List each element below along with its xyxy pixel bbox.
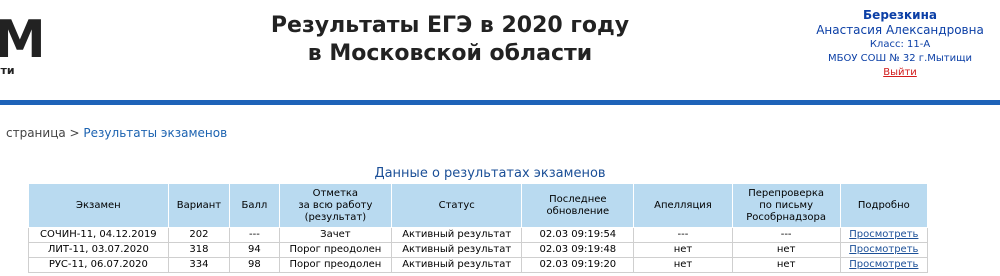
cell-mark: Порог преодолен <box>278 242 393 258</box>
header-divider <box>0 100 1000 105</box>
breadcrumb-prefix[interactable]: страница > <box>6 126 80 140</box>
cell-updated: 02.03 09:19:48 <box>521 242 635 258</box>
cell-score: --- <box>229 227 280 243</box>
cell-variant: 202 <box>167 227 231 243</box>
col-header-status: Статус <box>391 183 523 228</box>
page-title: Результаты ЕГЭ в 2020 году в Московской … <box>180 12 720 68</box>
cell-status: Активный результат <box>391 227 523 243</box>
cell-exam: СОЧИН-11, 04.12.2019 <box>28 227 169 243</box>
table-row: ЛИТ-11, 03.07.2020 318 94 Порог преодоле… <box>28 242 929 258</box>
cell-score: 94 <box>229 242 280 258</box>
cell-exam: РУС-11, 06.07.2020 <box>28 257 169 273</box>
cell-recheck: нет <box>731 257 841 273</box>
user-class: Класс: 11-А <box>869 39 931 50</box>
cell-variant: 334 <box>167 257 231 273</box>
view-details-link[interactable]: Просмотреть <box>839 227 929 243</box>
user-info: Березкина Анастасия Александровна Класс:… <box>790 8 1000 80</box>
col-header-appeal: Апелляция <box>633 183 733 228</box>
cell-variant: 318 <box>167 242 231 258</box>
col-header-mark: Отметка за всю работу (результат) <box>278 183 393 228</box>
logo-text: сти <box>0 64 15 77</box>
cell-recheck: --- <box>731 227 841 243</box>
cell-score: 98 <box>229 257 280 273</box>
user-surname: Березкина <box>863 8 937 22</box>
page-title-line2: в Московской области <box>307 41 593 66</box>
table-header-row: Экзамен Вариант Балл Отметка за всю рабо… <box>28 183 929 228</box>
cell-recheck: нет <box>731 242 841 258</box>
logo-mark: M <box>0 10 46 70</box>
page-title-line1: Результаты ЕГЭ в 2020 году <box>270 13 630 38</box>
section-title: Данные о результатах экзаменов <box>374 166 606 181</box>
col-header-recheck: Перепроверка по письму Рособрнадзора <box>731 183 841 228</box>
cell-appeal: --- <box>633 227 733 243</box>
col-header-updated: Последнее обновление <box>521 183 635 228</box>
col-header-score: Балл <box>229 183 280 228</box>
breadcrumb-current: Результаты экзаменов <box>83 126 228 140</box>
view-details-link[interactable]: Просмотреть <box>839 257 929 273</box>
user-school: МБОУ СОШ № 32 г.Мытищи <box>827 53 973 64</box>
table-row: СОЧИН-11, 04.12.2019 202 --- Зачет Актив… <box>28 227 929 243</box>
cell-status: Активный результат <box>391 257 523 273</box>
cell-updated: 02.03 09:19:54 <box>521 227 635 243</box>
view-details-link[interactable]: Просмотреть <box>839 242 929 258</box>
col-header-details: Подробно <box>839 183 929 228</box>
cell-mark: Зачет <box>278 227 393 243</box>
cell-mark: Порог преодолен <box>278 257 393 273</box>
col-header-variant: Вариант <box>167 183 231 228</box>
results-table: Экзамен Вариант Балл Отметка за всю рабо… <box>28 183 929 273</box>
cell-updated: 02.03 09:19:20 <box>521 257 635 273</box>
cell-exam: ЛИТ-11, 03.07.2020 <box>28 242 169 258</box>
cell-appeal: нет <box>633 257 733 273</box>
col-header-exam: Экзамен <box>28 183 169 228</box>
logout-link[interactable]: Выйти <box>790 66 1000 80</box>
cell-status: Активный результат <box>391 242 523 258</box>
breadcrumb: страница > Результаты экзаменов <box>6 126 227 140</box>
site-logo[interactable]: M сти <box>0 8 46 78</box>
user-name: Анастасия Александровна <box>816 23 984 37</box>
cell-appeal: нет <box>633 242 733 258</box>
table-row: РУС-11, 06.07.2020 334 98 Порог преодоле… <box>28 257 929 273</box>
